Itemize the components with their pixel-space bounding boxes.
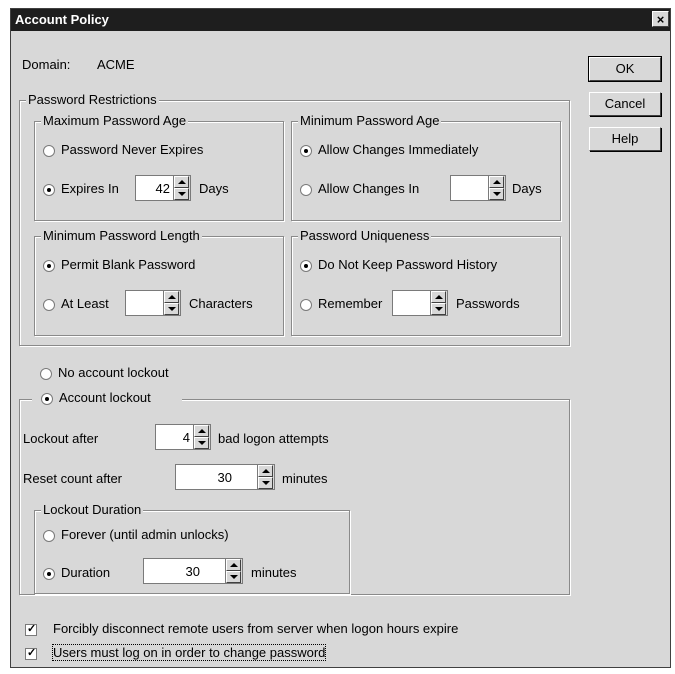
reset-count-spinner[interactable]: 30 — [175, 464, 275, 490]
spin-down-icon[interactable] — [489, 188, 504, 200]
max-password-age-group: Maximum Password Age Password Never Expi… — [34, 113, 284, 221]
spin-down-icon[interactable] — [194, 437, 209, 449]
help-button[interactable]: Help — [589, 127, 661, 151]
permit-blank-radio[interactable] — [43, 260, 55, 272]
account-lockout-label[interactable]: Account lockout — [59, 390, 151, 405]
spin-up-icon[interactable] — [174, 176, 189, 188]
title-bar[interactable]: Account Policy × — [11, 9, 670, 31]
remember-label[interactable]: Remember — [318, 296, 382, 311]
must-logon-label[interactable]: Users must log on in order to change pas… — [51, 644, 327, 661]
remember-radio[interactable] — [300, 299, 312, 311]
passwords-label: Passwords — [456, 296, 520, 311]
reset-count-value: 30 — [217, 470, 232, 485]
expires-days-value: 42 — [155, 181, 170, 196]
at-least-label[interactable]: At Least — [61, 296, 109, 311]
remember-spinner[interactable] — [392, 290, 448, 316]
dialog-title: Account Policy — [15, 12, 109, 27]
no-lockout-label[interactable]: No account lockout — [58, 365, 169, 380]
at-least-radio[interactable] — [43, 299, 55, 311]
allow-in-radio[interactable] — [300, 184, 312, 196]
allow-days-spinner[interactable] — [450, 175, 506, 201]
checkmark-icon: ✓ — [27, 647, 37, 659]
cancel-button[interactable]: Cancel — [589, 92, 661, 116]
checkmark-icon: ✓ — [27, 623, 37, 635]
forever-radio[interactable] — [43, 530, 55, 542]
duration-radio[interactable] — [43, 568, 55, 580]
account-lockout-radio[interactable] — [41, 393, 53, 405]
spin-up-icon[interactable] — [489, 176, 504, 188]
uniqueness-title: Password Uniqueness — [298, 228, 432, 243]
lockout-duration-group: Lockout Duration Forever (until admin un… — [34, 502, 350, 594]
min-age-title: Minimum Password Age — [298, 113, 442, 128]
expires-in-label[interactable]: Expires In — [61, 181, 119, 196]
duration-minutes-label: minutes — [251, 565, 297, 580]
must-logon-checkbox[interactable]: ✓ — [25, 647, 37, 660]
allow-in-label[interactable]: Allow Changes In — [318, 181, 419, 196]
spin-down-icon[interactable] — [431, 303, 446, 315]
forever-label[interactable]: Forever (until admin unlocks) — [61, 527, 229, 542]
allow-days-label: Days — [512, 181, 542, 196]
min-length-title: Minimum Password Length — [41, 228, 202, 243]
expires-days-label: Days — [199, 181, 229, 196]
duration-value: 30 — [185, 564, 200, 579]
never-expires-label[interactable]: Password Never Expires — [61, 142, 203, 157]
bad-logon-label: bad logon attempts — [218, 431, 329, 446]
close-icon[interactable]: × — [652, 11, 669, 27]
max-age-title: Maximum Password Age — [41, 113, 189, 128]
spin-up-icon[interactable] — [164, 291, 179, 303]
permit-blank-label[interactable]: Permit Blank Password — [61, 257, 195, 272]
forcibly-disconnect-checkbox[interactable]: ✓ — [25, 623, 37, 636]
min-password-length-group: Minimum Password Length Permit Blank Pas… — [34, 228, 284, 336]
lockout-after-value: 4 — [182, 430, 190, 445]
min-password-age-group: Minimum Password Age Allow Changes Immed… — [291, 113, 561, 221]
characters-label: Characters — [189, 296, 253, 311]
no-lockout-radio[interactable] — [40, 368, 52, 380]
account-policy-dialog: Account Policy × Domain: ACME OK Cancel … — [10, 8, 671, 668]
spin-up-icon[interactable] — [226, 559, 241, 571]
password-uniqueness-group: Password Uniqueness Do Not Keep Password… — [291, 228, 561, 336]
no-history-radio[interactable] — [300, 260, 312, 272]
reset-minutes-label: minutes — [282, 471, 328, 486]
lockout-legend: Account lockout — [32, 390, 182, 409]
allow-immediately-radio[interactable] — [300, 145, 312, 157]
expires-in-radio[interactable] — [43, 184, 55, 196]
domain-label: Domain: — [22, 57, 71, 72]
duration-label[interactable]: Duration — [61, 565, 110, 580]
forcibly-disconnect-label[interactable]: Forcibly disconnect remote users from se… — [53, 621, 458, 636]
at-least-spinner[interactable] — [125, 290, 181, 316]
spin-up-icon[interactable] — [431, 291, 446, 303]
spin-down-icon[interactable] — [164, 303, 179, 315]
password-restrictions-group: Password Restrictions Maximum Password A… — [19, 92, 570, 346]
never-expires-radio[interactable] — [43, 145, 55, 157]
lockout-after-label: Lockout after — [23, 431, 99, 446]
expires-days-spinner[interactable]: 42 — [135, 175, 191, 201]
allow-immediately-label[interactable]: Allow Changes Immediately — [318, 142, 478, 157]
spin-up-icon[interactable] — [258, 465, 273, 477]
duration-spinner[interactable]: 30 — [143, 558, 243, 584]
spin-up-icon[interactable] — [194, 425, 209, 437]
spin-down-icon[interactable] — [174, 188, 189, 200]
no-history-label[interactable]: Do Not Keep Password History — [318, 257, 497, 272]
spin-down-icon[interactable] — [258, 477, 273, 489]
password-restrictions-title: Password Restrictions — [26, 92, 159, 107]
spin-down-icon[interactable] — [226, 571, 241, 583]
reset-count-label: Reset count after — [23, 471, 122, 486]
lockout-after-spinner[interactable]: 4 — [155, 424, 211, 450]
ok-button[interactable]: OK — [588, 56, 662, 82]
domain-value: ACME — [97, 57, 135, 72]
lockout-duration-title: Lockout Duration — [41, 502, 144, 517]
account-lockout-group: Account lockout Lockout after 4 bad logo… — [19, 390, 570, 595]
